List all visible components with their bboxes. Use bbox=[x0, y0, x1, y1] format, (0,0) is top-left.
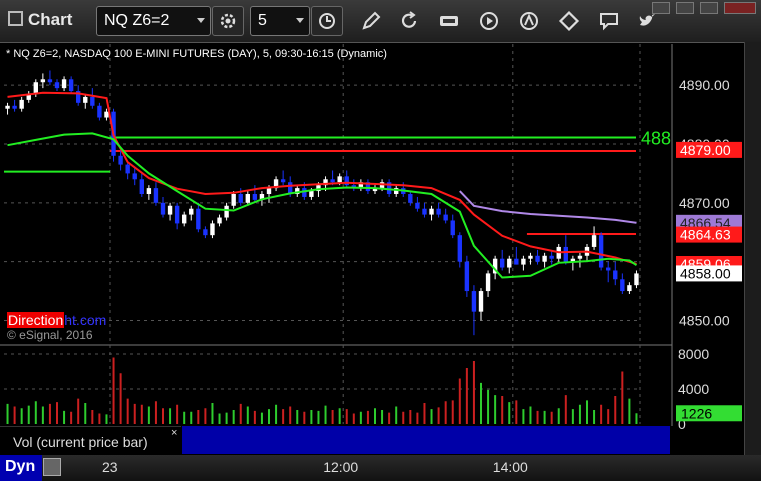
candle-body bbox=[174, 205, 180, 224]
candle-body bbox=[139, 179, 144, 194]
candle-body bbox=[189, 208, 194, 215]
copyright-label: © eSignal, 2016 bbox=[7, 328, 93, 342]
candle-body bbox=[68, 79, 74, 92]
candle-body bbox=[61, 79, 67, 89]
candle-body bbox=[224, 205, 229, 218]
candle-body bbox=[266, 188, 272, 194]
candle-body bbox=[19, 99, 24, 109]
price-flag-label: 4858.00 bbox=[680, 265, 731, 281]
candle-body bbox=[5, 105, 10, 109]
volume-study-tab[interactable]: Vol (current price bar) bbox=[0, 426, 181, 455]
green-level-label: 488 bbox=[641, 129, 671, 149]
candle-body bbox=[577, 255, 583, 259]
candle-body bbox=[535, 255, 540, 262]
candle-body bbox=[337, 176, 342, 183]
price-flag-label: 4879.00 bbox=[680, 142, 731, 158]
candle-body bbox=[634, 273, 639, 286]
candle-body bbox=[97, 105, 102, 118]
candle-body bbox=[471, 291, 477, 312]
candle-body bbox=[83, 96, 88, 103]
candle-body bbox=[450, 220, 455, 236]
candle-body bbox=[549, 255, 554, 259]
candle-body bbox=[252, 194, 258, 200]
grid-mode-icon[interactable] bbox=[43, 458, 61, 476]
candle-body bbox=[182, 214, 187, 224]
candle-body bbox=[238, 194, 243, 203]
candle-body bbox=[507, 258, 512, 268]
candle-body bbox=[500, 258, 505, 268]
price-flag-label: 4864.63 bbox=[680, 227, 731, 243]
candle-body bbox=[245, 194, 250, 203]
candle-body bbox=[457, 235, 462, 262]
volume-tick-label: 8000 bbox=[678, 346, 709, 362]
candle-body bbox=[542, 255, 547, 262]
candle-body bbox=[415, 202, 420, 209]
candle-body bbox=[627, 285, 632, 292]
candle-body bbox=[146, 188, 152, 194]
right-scrollbar[interactable] bbox=[744, 42, 761, 455]
candle-body bbox=[436, 208, 441, 215]
price-tick-label: 4850.00 bbox=[679, 312, 730, 328]
candle-body bbox=[606, 267, 611, 271]
study-tab-strip bbox=[182, 426, 670, 454]
candle-body bbox=[514, 258, 519, 265]
candle-body bbox=[203, 229, 208, 236]
candle-body bbox=[231, 194, 236, 206]
candle-body bbox=[330, 179, 335, 183]
candle-body bbox=[521, 258, 526, 265]
candle-body bbox=[125, 164, 130, 174]
brand-watermark: Directionht.com bbox=[7, 312, 107, 328]
candle-body bbox=[408, 194, 413, 203]
volume-current-label: 1226 bbox=[681, 405, 712, 421]
candle-body bbox=[90, 96, 95, 106]
candle-body bbox=[40, 79, 46, 83]
candle-body bbox=[309, 191, 314, 197]
candle-body bbox=[196, 208, 201, 230]
candle-body bbox=[613, 270, 618, 280]
price-tick-label: 4870.00 bbox=[679, 195, 730, 211]
candle-body bbox=[591, 235, 597, 247]
candle-body bbox=[598, 235, 604, 268]
candle-body bbox=[33, 82, 38, 94]
candle-body bbox=[429, 208, 434, 215]
volume-study-label: Vol (current price bar) bbox=[13, 434, 148, 450]
time-tick-label: 12:00 bbox=[323, 459, 359, 475]
ma-green-line bbox=[7, 132, 638, 279]
time-tick-label: 14:00 bbox=[492, 459, 528, 475]
candle-body bbox=[464, 261, 470, 292]
chart-info-label: * NQ Z6=2, NASDAQ 100 E-MINI FUTURES (DA… bbox=[6, 48, 387, 60]
candle-body bbox=[167, 205, 173, 215]
candle-body bbox=[217, 217, 222, 224]
dynamic-mode-button[interactable]: Dyn bbox=[0, 455, 42, 481]
volume-study-close-icon[interactable]: × bbox=[171, 427, 177, 439]
ma-red-line bbox=[7, 91, 637, 265]
candle-body bbox=[132, 173, 137, 180]
candle-body bbox=[12, 105, 17, 109]
candle-body bbox=[118, 155, 123, 165]
candle-body bbox=[210, 223, 215, 236]
time-tick-label: 23 bbox=[102, 459, 118, 475]
candle-body bbox=[443, 214, 448, 221]
volume-tick-label: 4000 bbox=[678, 381, 709, 397]
candle-body bbox=[478, 291, 484, 312]
candle-body bbox=[160, 202, 166, 215]
ma-purple-line bbox=[459, 190, 637, 224]
candle-body bbox=[422, 208, 427, 215]
candle-body bbox=[620, 279, 625, 292]
candle-body bbox=[528, 255, 533, 259]
candle-body bbox=[54, 82, 60, 89]
candle-body bbox=[104, 111, 109, 118]
price-chart[interactable]: 4890.004880.004870.004860.004850.0048848… bbox=[0, 0, 761, 481]
candle-body bbox=[153, 188, 159, 203]
candle-body bbox=[280, 179, 286, 183]
price-tick-label: 4890.00 bbox=[679, 77, 730, 93]
candle-body bbox=[563, 246, 568, 262]
candle-body bbox=[485, 273, 491, 292]
candle-body bbox=[47, 79, 53, 83]
